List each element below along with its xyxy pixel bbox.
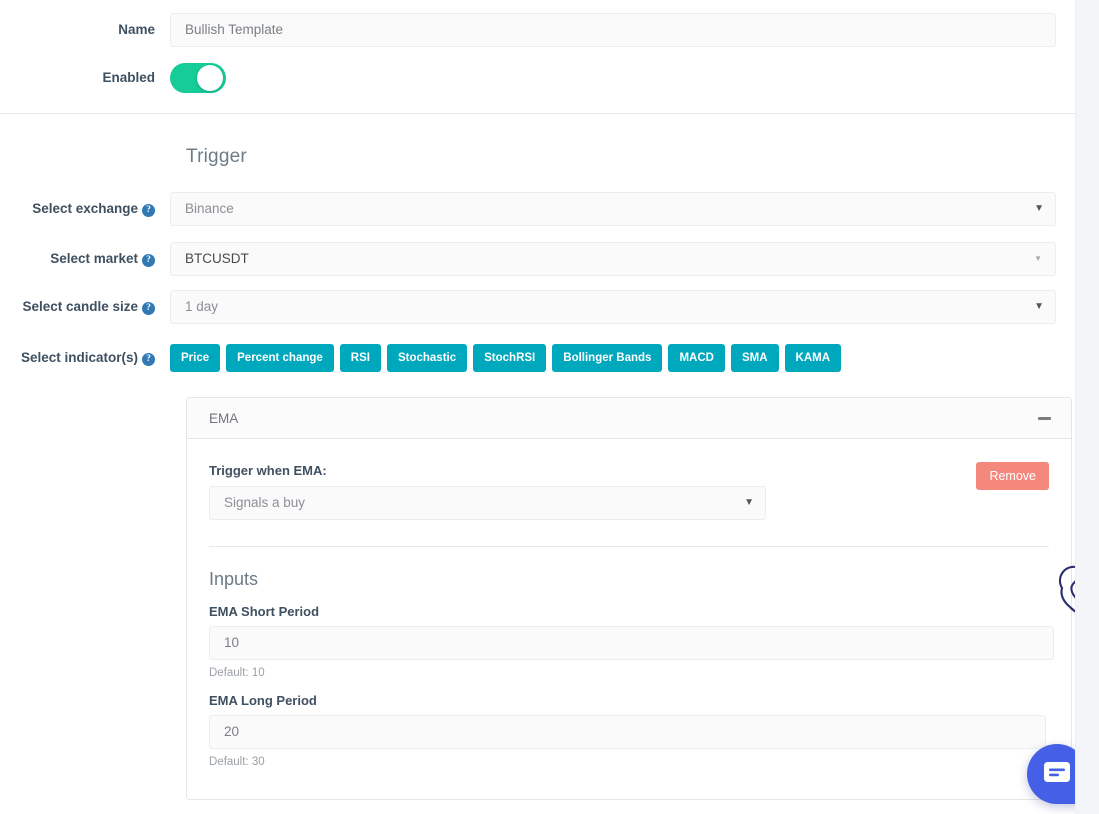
chat-bubble-icon [1044, 762, 1070, 782]
indicator-button-stochrsi[interactable]: StochRSI [473, 344, 547, 372]
exchange-select[interactable]: Binance ▼ [170, 192, 1056, 226]
minus-icon[interactable] [1038, 416, 1051, 420]
content-area: Name Bullish Template Enabled Trigger Se… [0, 0, 1076, 814]
market-select-value: BTCUSDT [185, 251, 249, 266]
name-input[interactable]: Bullish Template [170, 13, 1056, 47]
section-divider [0, 113, 1076, 114]
indicator-button-rsi[interactable]: RSI [339, 344, 381, 372]
trigger-heading: Trigger [186, 146, 247, 167]
help-icon[interactable]: ? [142, 254, 155, 267]
chevron-down-icon: ▼ [744, 497, 754, 508]
chevron-down-icon: ▼ [1034, 203, 1044, 214]
exchange-label-text: Select exchange [32, 201, 138, 216]
indicators-row: Select indicator(s)? Price Percent chang… [0, 344, 1076, 372]
help-icon[interactable]: ? [142, 204, 155, 217]
candle-size-label-text: Select candle size [22, 299, 138, 314]
exchange-row: Select exchange? Binance ▼ [0, 192, 1076, 226]
remove-button[interactable]: Remove [976, 462, 1049, 490]
market-row: Select market? BTCUSDT ▼ [0, 242, 1076, 276]
inputs-heading: Inputs [209, 569, 259, 589]
toggle-knob [197, 65, 223, 91]
panel-divider [209, 546, 1049, 547]
market-select[interactable]: BTCUSDT ▼ [170, 242, 1056, 276]
help-icon[interactable]: ? [142, 302, 155, 315]
ema-panel-header[interactable]: EMA [187, 398, 1071, 439]
enabled-toggle[interactable] [170, 63, 226, 93]
ema-panel-title: EMA [209, 410, 239, 426]
ema-condition-select[interactable]: Signals a buy ▼ [209, 486, 766, 520]
trigger-when-label: Trigger when EMA: [209, 463, 327, 478]
ema-long-period-input[interactable]: 20 [209, 715, 1046, 749]
page-root: Name Bullish Template Enabled Trigger Se… [0, 0, 1099, 814]
indicator-button-macd[interactable]: MACD [668, 344, 725, 372]
ema-indicator-panel: EMA Trigger when EMA: Signals a buy ▼ Re… [186, 397, 1072, 800]
candle-size-row: Select candle size? 1 day ▼ [0, 290, 1076, 324]
candle-size-select-value: 1 day [185, 299, 219, 314]
exchange-label: Select exchange? [0, 192, 170, 226]
indicator-button-stochastic[interactable]: Stochastic [386, 344, 468, 372]
indicator-button-kama[interactable]: KAMA [784, 344, 842, 372]
exchange-select-value: Binance [185, 201, 234, 216]
chevron-down-icon: ▼ [1034, 301, 1044, 312]
candle-size-label: Select candle size? [0, 290, 170, 324]
indicators-label-text: Select indicator(s) [20, 350, 138, 365]
indicator-button-percent-change[interactable]: Percent change [226, 344, 334, 372]
ema-short-period-input[interactable]: 10 [209, 626, 1054, 660]
name-row: Name Bullish Template [0, 13, 1076, 47]
indicators-label: Select indicator(s)? [0, 344, 170, 372]
page-right-gutter [1075, 0, 1099, 814]
indicator-button-bollinger-bands[interactable]: Bollinger Bands [552, 344, 663, 372]
ema-long-period-label: EMA Long Period [209, 693, 317, 708]
enabled-label: Enabled [102, 70, 155, 85]
indicator-button-price[interactable]: Price [170, 344, 221, 372]
help-icon[interactable]: ? [142, 353, 155, 366]
candle-size-select[interactable]: 1 day ▼ [170, 290, 1056, 324]
name-label: Name [118, 22, 155, 37]
ema-short-period-default: Default: 10 [209, 667, 265, 679]
chevron-down-icon: ▼ [1034, 254, 1042, 263]
enabled-row: Enabled [0, 63, 1076, 93]
market-label: Select market? [0, 242, 170, 276]
indicator-button-sma[interactable]: SMA [730, 344, 779, 372]
ema-long-period-default: Default: 30 [209, 756, 265, 768]
ema-condition-value: Signals a buy [224, 495, 306, 510]
ema-panel-body: Trigger when EMA: Signals a buy ▼ Remove… [187, 439, 1071, 768]
market-label-text: Select market [50, 251, 138, 266]
indicator-button-group: Price Percent change RSI Stochastic Stoc… [170, 344, 842, 372]
ema-short-period-label: EMA Short Period [209, 604, 320, 619]
